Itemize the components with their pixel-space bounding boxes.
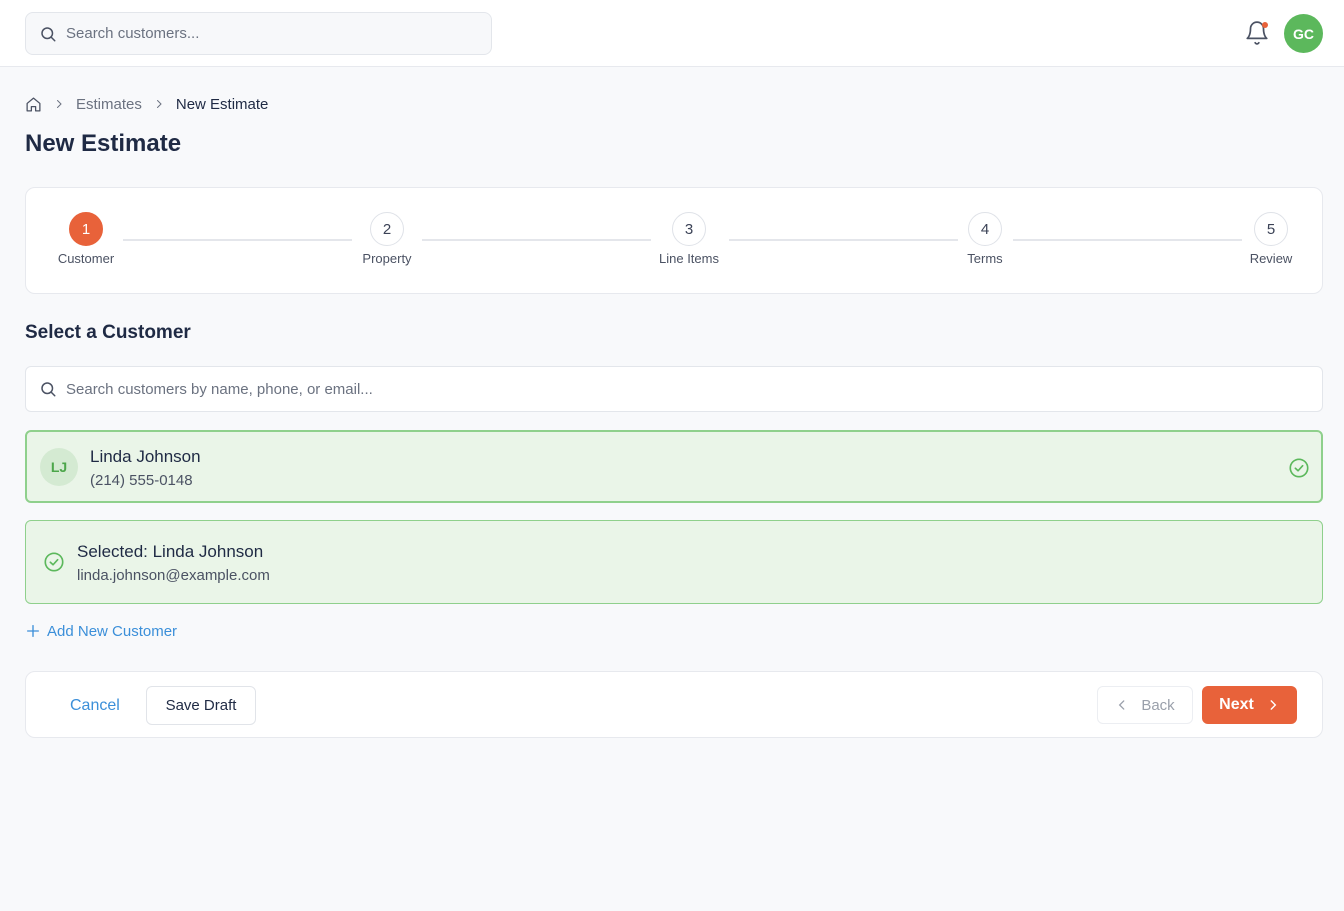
step-label: Property — [362, 251, 412, 266]
chevron-right-icon — [53, 98, 65, 110]
step-label: Line Items — [659, 251, 719, 266]
plus-icon — [27, 625, 39, 637]
check-circle-icon — [1289, 458, 1309, 478]
progress-stepper: 1 Customer 2 Property 3 Line Items 4 Ter… — [25, 187, 1323, 294]
next-button[interactable]: Next — [1202, 686, 1297, 724]
notification-dot — [1262, 22, 1268, 28]
user-avatar[interactable]: GC — [1284, 14, 1323, 53]
selected-customer-email: linda.johnson@example.com — [77, 567, 270, 584]
step-connector — [729, 239, 958, 241]
breadcrumb-estimates[interactable]: Estimates — [76, 96, 142, 113]
chevron-left-icon — [1119, 700, 1125, 710]
next-label: Next — [1219, 696, 1254, 713]
add-new-customer-label: Add New Customer — [47, 622, 178, 640]
global-search[interactable] — [25, 12, 492, 55]
selected-customer-summary: Selected: Linda Johnson linda.johnson@ex… — [25, 520, 1323, 604]
step-property[interactable]: 2 Property — [337, 212, 437, 266]
step-number: 3 — [672, 212, 706, 246]
step-connector — [1013, 239, 1242, 241]
back-button[interactable]: Back — [1097, 686, 1193, 724]
form-footer: Cancel Save Draft Back Next — [25, 671, 1323, 738]
customer-result-item[interactable]: LJ Linda Johnson (214) 555-0148 — [25, 430, 1323, 503]
selected-customer-title: Selected: Linda Johnson — [77, 542, 264, 561]
step-review[interactable]: 5 Review — [1221, 212, 1321, 266]
back-label: Back — [1141, 696, 1175, 714]
search-icon — [41, 382, 56, 397]
cancel-button[interactable]: Cancel — [70, 687, 120, 724]
step-connector — [123, 239, 352, 241]
breadcrumb-current: New Estimate — [175, 95, 269, 113]
step-line-items[interactable]: 3 Line Items — [639, 212, 739, 266]
step-terms[interactable]: 4 Terms — [935, 212, 1035, 266]
global-search-input[interactable] — [66, 25, 466, 42]
step-number: 1 — [69, 212, 103, 246]
step-number: 5 — [1254, 212, 1288, 246]
customer-search-input[interactable] — [66, 380, 1266, 398]
chevron-right-icon — [1270, 700, 1277, 710]
page-title: New Estimate — [25, 130, 182, 157]
customer-avatar: LJ — [40, 448, 78, 486]
step-label: Review — [1249, 251, 1293, 266]
home-icon[interactable] — [25, 96, 42, 113]
top-bar: GC — [0, 0, 1344, 67]
step-label: Customer — [57, 251, 115, 266]
breadcrumb: Estimates New Estimate — [25, 94, 268, 114]
add-new-customer-link[interactable]: Add New Customer — [25, 620, 177, 642]
step-number: 4 — [968, 212, 1002, 246]
save-draft-button[interactable]: Save Draft — [146, 686, 256, 725]
step-label: Terms — [967, 251, 1003, 266]
customer-phone: (214) 555-0148 — [90, 472, 193, 489]
chevron-right-icon — [153, 98, 165, 110]
step-customer[interactable]: 1 Customer — [36, 212, 136, 266]
check-circle-icon — [44, 552, 64, 572]
customer-search[interactable] — [25, 366, 1323, 412]
customer-name: Linda Johnson — [90, 447, 201, 466]
step-number: 2 — [370, 212, 404, 246]
search-icon — [41, 26, 56, 41]
section-title: Select a Customer — [25, 322, 191, 343]
step-connector — [422, 239, 651, 241]
